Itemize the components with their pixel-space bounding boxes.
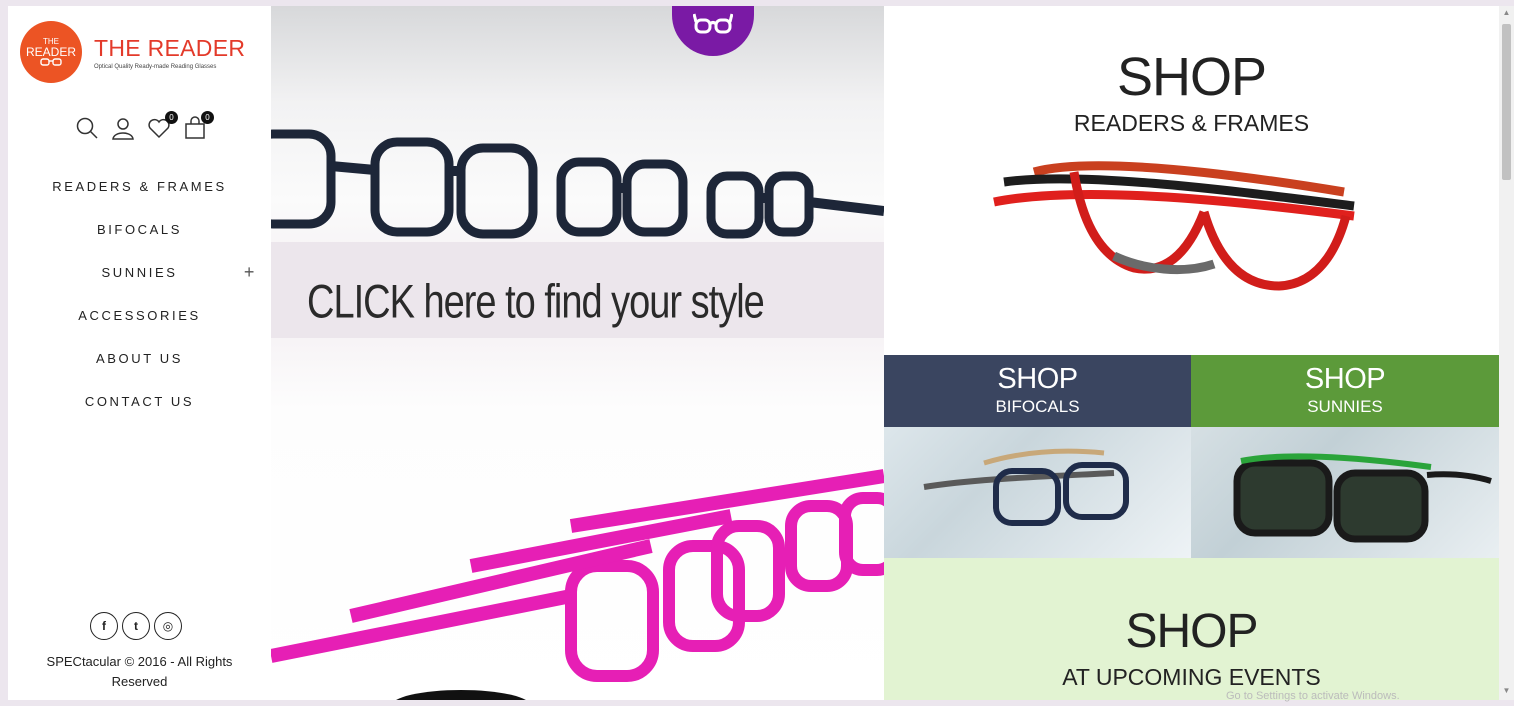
social-links: f t ◎ [90,612,182,640]
sidebar: THE READER THE READER Optical Quality Re… [8,6,271,700]
shop-events-tile[interactable]: SHOP AT UPCOMING EVENTS [884,558,1499,700]
wishlist-count-badge: 0 [165,111,178,124]
nav-item-readers-frames[interactable]: READERS & FRAMES [8,174,271,217]
hero-glasses-illustration [271,129,884,700]
scroll-up-icon[interactable]: ▲ [1499,6,1514,20]
page: THE READER THE READER Optical Quality Re… [8,6,1499,700]
brand-name: THE READER [94,34,246,61]
glasses-icon [693,13,733,34]
sunglasses-illustration [1233,453,1492,543]
scroll-thumb[interactable] [1502,24,1511,180]
nav-item-sunnies-label: SUNNIES [101,265,178,280]
cart-count-badge: 0 [201,111,214,124]
red-frames-illustration [993,161,1355,291]
nav-item-bifocals[interactable]: BIFOCALS [8,217,271,260]
windows-activation-notice: Go to Settings to activate Windows. [1226,690,1400,702]
bifocal-frames-illustration [923,448,1129,526]
tile-subtitle: AT UPCOMING EVENTS [1062,664,1321,690]
instagram-icon[interactable]: ◎ [154,612,182,640]
search-icon [76,117,98,139]
vertical-scrollbar[interactable]: ▲ ▼ [1499,6,1514,700]
shop-tiles: SHOP READERS & FRAMES SHOP BIFOCALS SHOP… [884,6,1499,700]
scroll-down-icon[interactable]: ▼ [1499,684,1514,698]
user-icon [112,118,134,140]
nav-item-about-us[interactable]: ABOUT US [8,346,271,389]
shop-readers-frames-tile[interactable]: SHOP READERS & FRAMES [884,6,1499,355]
glasses-mini-icon [40,58,62,67]
hero-banner[interactable]: CLICK here to find your style [271,6,884,700]
shop-bifocals-tile[interactable]: SHOP BIFOCALS [884,355,1191,558]
facebook-icon[interactable]: f [90,612,118,640]
cart-button[interactable]: 0 [182,111,214,141]
hero-caption: CLICK here to find your style [307,276,765,329]
logo-badge: THE READER [20,21,82,83]
header-icons: 0 0 [74,111,214,142]
nav-item-contact-us[interactable]: CONTACT US [8,389,271,432]
copyright-text: SPECtacular © 2016 - All Rights Reserved [46,654,233,689]
shop-sunnies-tile[interactable]: SHOP SUNNIES [1191,355,1499,558]
nav-item-sunnies[interactable]: SUNNIES + [8,260,271,303]
account-button[interactable] [110,115,136,141]
twitter-icon[interactable]: t [122,612,150,640]
wishlist-button[interactable]: 0 [146,111,178,141]
nav-item-accessories[interactable]: ACCESSORIES [8,303,271,346]
tile-title: SHOP [1125,605,1258,658]
site-logo[interactable]: THE READER THE READER Optical Quality Re… [20,20,250,84]
main-nav: READERS & FRAMES BIFOCALS SUNNIES + ACCE… [8,174,271,432]
brand-tagline: Optical Quality Ready-made Reading Glass… [94,63,217,70]
expand-plus-icon[interactable]: + [244,260,257,284]
search-button[interactable] [74,115,100,141]
